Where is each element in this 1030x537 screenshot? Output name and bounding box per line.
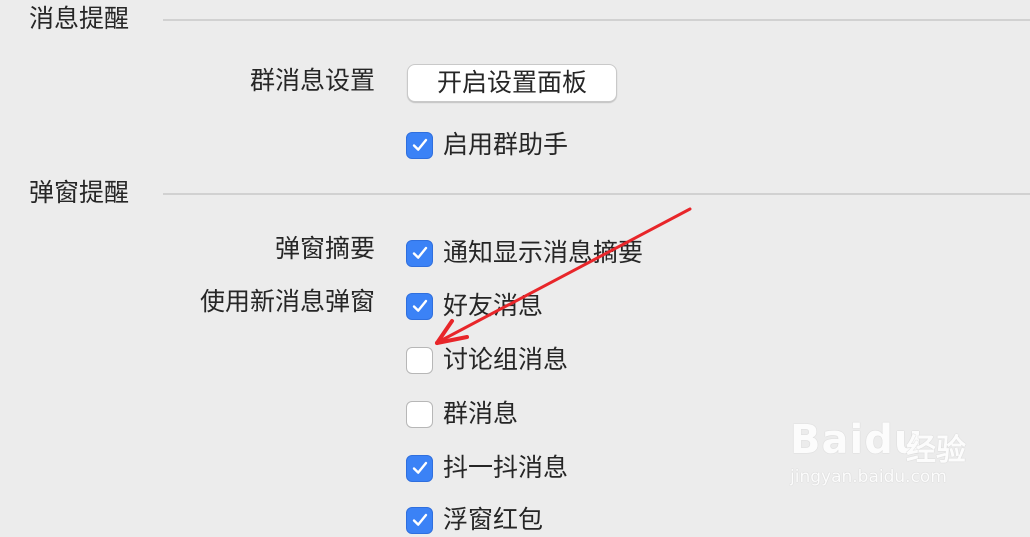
group-messages-label: 群消息 [443,399,519,428]
check-icon[interactable] [406,292,433,320]
floating-red-packet-checkbox-row[interactable]: 浮窗红包 [406,503,543,537]
check-icon[interactable] [406,454,433,482]
discussion-group-messages-checkbox-row[interactable]: 讨论组消息 [406,343,568,377]
section-title-message-reminder: 消息提醒 [29,4,130,33]
baidu-jingyan-watermark: Baidu 经验 jingyan.baidu.com [788,405,1018,495]
section-divider [163,193,1030,195]
check-icon[interactable] [406,131,433,159]
check-icon[interactable] [406,506,433,534]
section-title-popup-reminder: 弹窗提醒 [29,178,130,207]
section-divider [163,19,1030,21]
friend-messages-label: 好友消息 [443,291,544,320]
enable-group-helper-label: 启用群助手 [443,130,569,159]
open-settings-panel-button[interactable]: 开启设置面板 [407,64,617,102]
empty-checkbox-icon[interactable] [406,346,433,374]
show-message-summary-checkbox-row[interactable]: 通知显示消息摘要 [406,236,643,270]
group-settings-label: 群消息设置 [249,66,375,95]
shake-messages-label: 抖一抖消息 [443,453,569,482]
enable-group-helper-checkbox-row[interactable]: 启用群助手 [406,128,568,162]
floating-red-packet-label: 浮窗红包 [443,505,544,534]
empty-checkbox-icon[interactable] [406,400,433,428]
watermark-cn: 经验 [906,433,966,468]
show-message-summary-label: 通知显示消息摘要 [443,238,644,267]
new-message-popup-label: 使用新消息弹窗 [199,287,375,316]
group-messages-checkbox-row[interactable]: 群消息 [406,397,518,431]
discussion-group-messages-label: 讨论组消息 [443,345,569,374]
watermark-url: jingyan.baidu.com [790,467,947,487]
friend-messages-checkbox-row[interactable]: 好友消息 [406,289,543,323]
popup-summary-label: 弹窗摘要 [274,234,375,263]
shake-messages-checkbox-row[interactable]: 抖一抖消息 [406,451,568,485]
check-icon[interactable] [406,239,433,267]
watermark-brand: Baidu [790,417,924,463]
